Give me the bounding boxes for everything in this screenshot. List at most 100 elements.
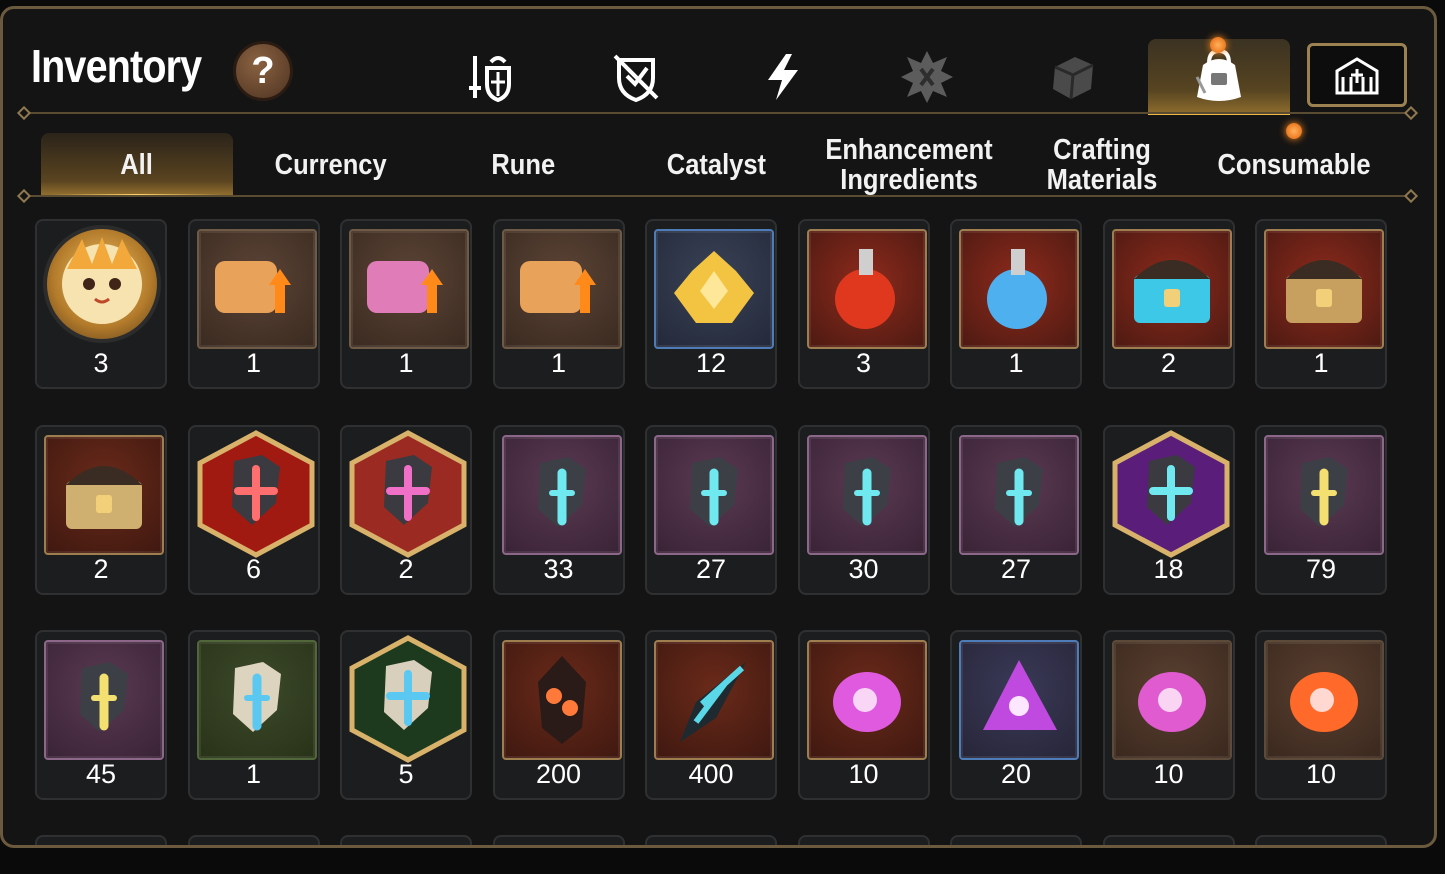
inventory-slot[interactable]: 1 (187, 219, 320, 389)
item-quantity: 400 (688, 759, 734, 789)
purple-rune-hex-icon (1109, 429, 1233, 559)
inventory-slot[interactable]: 27 (950, 424, 1082, 595)
item-quantity: 27 (695, 553, 727, 584)
inventory-slot[interactable]: 33 (492, 424, 625, 595)
inventory-slot[interactable]: 6 (187, 424, 320, 595)
gem-icon[interactable] (1018, 39, 1128, 115)
header-divider (25, 112, 1410, 114)
inventory-slot[interactable] (1102, 835, 1235, 845)
yellow-rune-icon (44, 640, 164, 760)
inventory-slot[interactable]: 1 (340, 219, 472, 389)
rainbow-scroll-upgrade-icon (349, 229, 469, 349)
helmet-rune-icon (654, 434, 774, 555)
item-quantity: 1 (1008, 348, 1024, 378)
red-potion-icon (806, 229, 927, 349)
item-quantity: 1 (245, 759, 262, 789)
help-button[interactable]: ? (233, 41, 293, 101)
inventory-slot[interactable] (645, 835, 777, 845)
fire-crystal-icon (501, 640, 622, 760)
inventory-slot[interactable]: 200 (492, 630, 625, 800)
item-quantity: 10 (848, 759, 879, 789)
inventory-slot[interactable]: 10 (1102, 630, 1235, 800)
inventory-slot[interactable] (492, 835, 625, 845)
item-quantity: 27 (1000, 553, 1032, 584)
inventory-slot[interactable]: 1 (492, 219, 625, 389)
inventory-slot[interactable]: 10 (797, 630, 930, 800)
item-quantity: 10 (1305, 759, 1337, 789)
lightning-icon[interactable] (728, 39, 838, 115)
inventory-slot[interactable]: 18 (1102, 424, 1235, 595)
item-quantity: 33 (543, 553, 574, 584)
inventory-slot[interactable]: 3 (797, 219, 930, 389)
weapon-armor-icon[interactable] (435, 39, 545, 115)
inventory-slot[interactable]: 400 (645, 630, 777, 800)
castle-icon (1335, 57, 1379, 95)
inventory-slot[interactable]: 2 (35, 424, 167, 595)
inventory-slot[interactable]: 5 (340, 630, 472, 800)
item-quantity: 18 (1153, 553, 1184, 584)
item-quantity: 2 (1160, 348, 1177, 378)
blue-star-potion-icon (959, 229, 1079, 349)
gold-crystal-cluster-icon (654, 229, 774, 349)
item-quantity: 79 (1305, 553, 1337, 584)
item-quantity: 3 (855, 348, 872, 378)
stone-rune-hex-icon (346, 634, 470, 764)
inventory-slot[interactable]: 3 (35, 219, 167, 389)
treasure-chest-icon (1264, 229, 1384, 349)
tab-consumable[interactable]: Consumable (1198, 133, 1390, 197)
inventory-slot[interactable]: 30 (797, 424, 930, 595)
page-title: Inventory (31, 40, 202, 92)
armor-rune-icon (806, 434, 927, 555)
inventory-slot[interactable] (950, 835, 1082, 845)
inventory-slot[interactable]: 1 (1255, 219, 1387, 389)
bag-icon (1195, 48, 1241, 101)
inventory-slot[interactable]: 1 (187, 630, 320, 800)
inventory-slot[interactable]: 2 (340, 424, 472, 595)
inventory-slot[interactable]: 20 (950, 630, 1082, 800)
tab-crafting-materials[interactable]: Crafting Materials (1006, 133, 1198, 197)
inventory-slot[interactable] (35, 835, 167, 845)
fire-orb-icon (1264, 640, 1384, 760)
tab-currency[interactable]: Currency (235, 133, 427, 197)
item-quantity: 200 (535, 759, 582, 789)
item-quantity: 1 (398, 348, 414, 378)
inventory-slot[interactable] (187, 835, 320, 845)
item-quantity: 1 (1313, 348, 1329, 378)
item-quantity: 2 (93, 553, 109, 584)
item-quantity: 6 (245, 553, 262, 584)
sword-rune-icon (501, 434, 622, 555)
inventory-slot[interactable]: 79 (1255, 424, 1387, 595)
purple-triangle-gem-icon (959, 640, 1079, 760)
purple-moon-gem-icon (806, 640, 927, 760)
inventory-slot[interactable]: 2 (1102, 219, 1235, 389)
shield-off-icon[interactable] (581, 39, 691, 115)
inventory-slot[interactable] (340, 835, 472, 845)
item-quantity: 1 (550, 348, 567, 378)
character-portrait-icon (43, 225, 161, 343)
item-quantity: 1 (245, 348, 262, 378)
item-quantity: 2 (398, 553, 414, 584)
inventory-slot[interactable]: 12 (645, 219, 777, 389)
frame-corner (1412, 823, 1434, 845)
inventory-slot[interactable]: 1 (950, 219, 1082, 389)
tab-catalyst[interactable]: Catalyst (620, 133, 812, 197)
inventory-slot[interactable] (797, 835, 930, 845)
frame-corner (3, 9, 25, 31)
item-quantity: 20 (1000, 759, 1032, 789)
inventory-slot[interactable]: 10 (1255, 630, 1387, 800)
stone-sword-rune-icon (196, 640, 317, 760)
inventory-slot[interactable] (1255, 835, 1387, 845)
item-quantity: 10 (1153, 759, 1184, 789)
red-rune-hex-icon (194, 429, 318, 559)
storage-button[interactable] (1307, 43, 1407, 107)
hammer-rune-icon (1264, 434, 1384, 555)
inventory-slot[interactable]: 27 (645, 424, 777, 595)
tab-enhancement-ingredients[interactable]: Enhancement Ingredients (813, 133, 1005, 197)
frame-corner (3, 823, 25, 845)
notification-dot (1210, 37, 1226, 53)
emblem-icon[interactable] (872, 39, 982, 115)
frame-corner (1412, 9, 1434, 31)
inventory-slot[interactable]: 45 (35, 630, 167, 800)
tab-all[interactable]: All (41, 133, 233, 197)
tab-rune[interactable]: Rune (427, 133, 619, 197)
